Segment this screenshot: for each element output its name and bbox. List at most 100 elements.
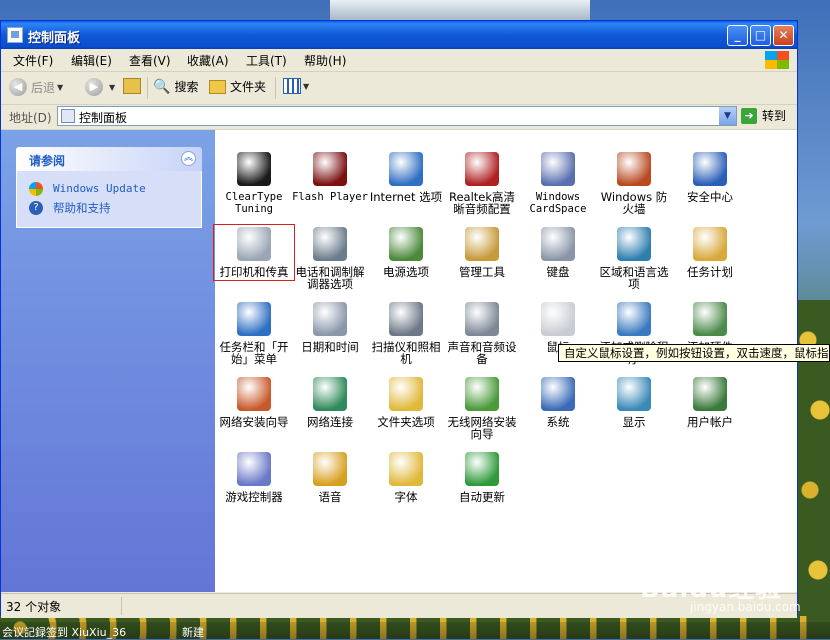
- address-dropdown-button[interactable]: ▼: [719, 107, 736, 125]
- search-label: 搜索: [174, 80, 199, 94]
- network-icon: [313, 377, 347, 411]
- control-panel-item[interactable]: 自动更新: [444, 452, 520, 503]
- folder-options-icon: [389, 377, 423, 411]
- taskbar-icon: [237, 302, 271, 336]
- menu-favorites[interactable]: 收藏(A): [187, 52, 229, 69]
- see-also-header[interactable]: 请参阅 ︽: [16, 147, 202, 171]
- menu-tools[interactable]: 工具(T): [246, 52, 287, 69]
- control-panel-item[interactable]: Internet 选项: [368, 152, 444, 203]
- control-panel-item[interactable]: 电话和调制解调器选项: [292, 227, 368, 290]
- task-pane: 请参阅 ︽ Windows Update ? 帮助和支持: [1, 130, 215, 592]
- minimize-button[interactable]: _: [727, 25, 748, 46]
- see-also-title: 请参阅: [29, 154, 66, 168]
- control-panel-item[interactable]: 用户帐户: [672, 377, 748, 428]
- control-panel-item[interactable]: Flash Player: [292, 152, 368, 203]
- control-panel-item[interactable]: 显示: [596, 377, 672, 428]
- control-panel-item[interactable]: 网络安装向导: [216, 377, 292, 428]
- control-panel-item[interactable]: Windows 防火墙: [596, 152, 672, 215]
- item-label: 扫描仪和照相机: [371, 340, 441, 366]
- item-label: 区域和语言选项: [599, 265, 669, 291]
- scanner-icon: [389, 302, 423, 336]
- control-panel-item[interactable]: ClearType Tuning: [216, 152, 292, 215]
- control-panel-item[interactable]: 游戏控制器: [216, 452, 292, 503]
- item-label: Windows 防火墙: [600, 190, 668, 216]
- control-panel-item[interactable]: 网络连接: [292, 377, 368, 428]
- item-label: 电话和调制解调器选项: [295, 265, 365, 291]
- taskbar-left-text[interactable]: 会议記録签到 XiuXiu_36: [2, 624, 126, 640]
- control-panel-item[interactable]: 键盘: [520, 227, 596, 278]
- clock-icon: [313, 302, 347, 336]
- search-icon: 🔍: [153, 78, 171, 95]
- item-label: 任务计划: [687, 265, 733, 279]
- item-label: 管理工具: [459, 265, 505, 279]
- speech-icon: [313, 452, 347, 486]
- help-support-label: 帮助和支持: [53, 200, 111, 215]
- folder-up-icon: [123, 78, 141, 94]
- control-panel-item[interactable]: Windows CardSpace: [520, 152, 596, 215]
- windows-update-link[interactable]: Windows Update: [29, 179, 201, 198]
- item-label: 声音和音频设备: [447, 340, 517, 366]
- item-label: 显示: [622, 415, 646, 429]
- up-button[interactable]: [123, 78, 141, 94]
- collapse-chevron-icon[interactable]: ︽: [181, 151, 196, 166]
- desktop-mountain: [330, 0, 590, 20]
- item-label: Realtek高清晰音频配置: [448, 190, 516, 216]
- forward-button[interactable]: ▶ ▼: [85, 78, 115, 96]
- system-icon: [541, 377, 575, 411]
- folders-button[interactable]: 文件夹: [209, 78, 266, 95]
- address-value: 控制面板: [79, 111, 128, 125]
- search-button[interactable]: 🔍 搜索: [153, 78, 198, 95]
- control-panel-item[interactable]: Realtek高清晰音频配置: [444, 152, 520, 215]
- item-label: 文件夹选项: [377, 415, 435, 429]
- go-arrow-icon: ➔: [741, 107, 757, 124]
- control-panel-item[interactable]: 安全中心: [672, 152, 748, 203]
- item-label: 自动更新: [459, 490, 505, 504]
- mouse-tooltip: 自定义鼠标设置，例如按钮设置，双击速度，鼠标指: [558, 344, 830, 362]
- close-button[interactable]: ✕: [773, 25, 794, 46]
- control-panel-item[interactable]: 系统: [520, 377, 596, 428]
- menu-view[interactable]: 查看(V): [129, 52, 171, 69]
- folders-label: 文件夹: [230, 80, 267, 94]
- item-label: 键盘: [546, 265, 570, 279]
- control-panel-item[interactable]: 日期和时间: [292, 302, 368, 353]
- maximize-button[interactable]: □: [750, 25, 771, 46]
- go-button[interactable]: ➔ 转到: [741, 107, 786, 124]
- add-remove-icon: [617, 302, 651, 336]
- menu-edit[interactable]: 编辑(E): [71, 52, 112, 69]
- power-icon: [389, 227, 423, 261]
- menu-file[interactable]: 文件(F): [13, 52, 53, 69]
- control-panel-icon: [61, 109, 75, 123]
- control-panel-window: 控制面板 _ □ ✕ 文件(F) 编辑(E) 查看(V) 收藏(A) 工具(T)…: [0, 20, 798, 618]
- control-panel-item[interactable]: 扫描仪和照相机: [368, 302, 444, 365]
- control-panel-item[interactable]: 文件夹选项: [368, 377, 444, 428]
- views-button[interactable]: ▼: [283, 78, 309, 94]
- taskbar-new-text[interactable]: 新建: [182, 624, 204, 640]
- control-panel-item[interactable]: 任务栏和「开始」菜单: [216, 302, 292, 365]
- control-panel-item[interactable]: 管理工具: [444, 227, 520, 278]
- control-panel-item[interactable]: 声音和音频设备: [444, 302, 520, 365]
- back-button[interactable]: ◀ 后退 ▼: [9, 78, 63, 96]
- control-panel-item[interactable]: 语音: [292, 452, 368, 503]
- item-label: 网络连接: [307, 415, 353, 429]
- toolbar: ◀ 后退 ▼ ▶ ▼ 🔍 搜索 文件夹 ▼: [1, 72, 797, 105]
- control-panel-item[interactable]: 字体: [368, 452, 444, 503]
- windows-update-icon: [29, 181, 43, 196]
- chevron-down-icon: ▼: [57, 82, 64, 92]
- help-support-link[interactable]: ? 帮助和支持: [29, 198, 201, 217]
- control-panel-item[interactable]: 无线网络安装向导: [444, 377, 520, 440]
- control-panel-item[interactable]: 任务计划: [672, 227, 748, 278]
- control-panel-item[interactable]: 区域和语言选项: [596, 227, 672, 290]
- address-input[interactable]: 控制面板 ▼: [57, 106, 737, 126]
- gamepad-icon: [237, 452, 271, 486]
- title-bar[interactable]: 控制面板 _ □ ✕: [1, 21, 797, 49]
- admin-tools-icon: [465, 227, 499, 261]
- window-title: 控制面板: [28, 31, 81, 46]
- menu-help[interactable]: 帮助(H): [304, 52, 346, 69]
- item-label: 字体: [394, 490, 418, 504]
- taskbar: 会议記録签到 XiuXiu_36 新建: [0, 622, 830, 639]
- flash-icon: [313, 152, 347, 186]
- firewall-icon: [617, 152, 651, 186]
- control-panel-item[interactable]: 打印机和传真: [213, 224, 295, 281]
- control-panel-item[interactable]: 电源选项: [368, 227, 444, 278]
- scheduler-icon: [693, 227, 727, 261]
